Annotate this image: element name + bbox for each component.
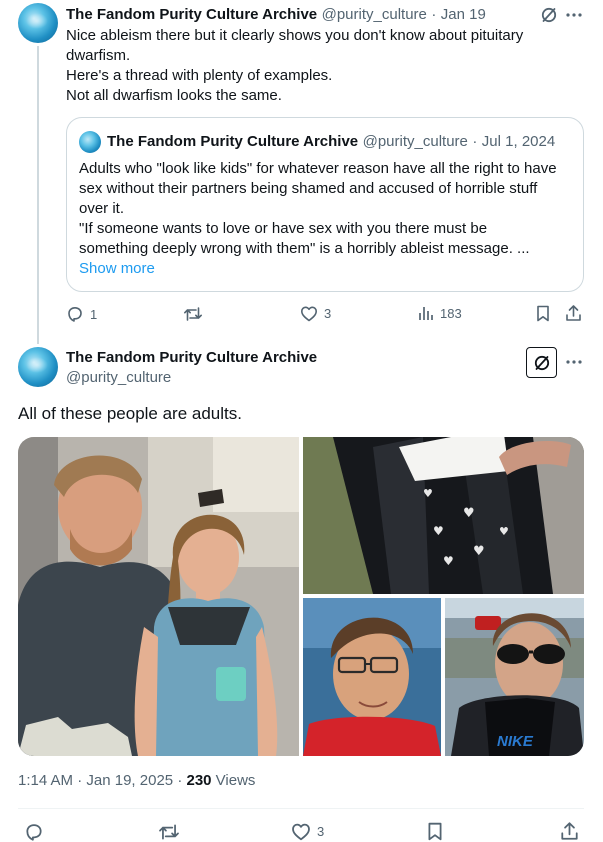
reply-count: 1: [90, 306, 98, 322]
quoted-text-line: over it.: [79, 200, 125, 217]
bookmark-action[interactable]: [427, 822, 443, 841]
reply-icon: [26, 824, 42, 841]
bookmark-icon: [428, 822, 442, 841]
tweet-date[interactable]: Jan 19: [441, 6, 486, 23]
like-icon: [292, 823, 310, 841]
like-action[interactable]: 3: [300, 305, 331, 322]
author-handle[interactable]: @purity_culture: [322, 6, 427, 23]
meta-separator: ·: [177, 772, 183, 789]
views-count: 183: [440, 305, 462, 321]
quoted-avatar: [79, 131, 101, 153]
share-icon: [561, 822, 578, 840]
retweet-icon: [159, 824, 179, 840]
media-grid: ♥ ♥ ♥ ♥ ♥ ♥ NIKE: [18, 437, 584, 756]
tweet-text-line: dwarfism.: [66, 47, 131, 64]
retweet-icon: [184, 307, 202, 321]
quoted-text-line: Adults who "look like kids" for whatever…: [79, 160, 557, 177]
views-count: 230: [186, 772, 212, 789]
avatar[interactable]: [18, 347, 58, 387]
reply-action[interactable]: [24, 822, 44, 842]
like-icon: [301, 306, 317, 322]
divider: [18, 808, 584, 809]
views-label: Views: [211, 772, 256, 789]
show-more-link[interactable]: Show more: [79, 259, 579, 279]
quoted-tweet-card[interactable]: The Fandom Purity Culture Archive @purit…: [66, 117, 584, 292]
grok-icon: [534, 355, 549, 370]
quoted-text-line: something deeply wrong with them" is a h…: [79, 240, 530, 257]
retweet-action[interactable]: [183, 305, 203, 323]
retweet-action[interactable]: [158, 822, 180, 842]
quoted-date: Jul 1, 2024: [481, 133, 556, 150]
views-action[interactable]: 183: [418, 305, 462, 321]
share-action[interactable]: [560, 821, 579, 841]
svg-text:♥: ♥: [473, 544, 485, 559]
share-icon: [566, 305, 581, 321]
views-icon: [419, 307, 433, 320]
like-action[interactable]: 3: [291, 822, 324, 841]
reply-tweet-text: Nice ableism there but it clearly shows …: [66, 26, 586, 106]
quoted-header: The Fandom Purity Culture Archive @purit…: [107, 133, 555, 151]
header-separator: ·: [431, 6, 437, 23]
tweet-text-line: Nice ableism there but it clearly shows …: [66, 27, 524, 44]
thread-line: [37, 46, 39, 344]
quoted-handle: @purity_culture: [362, 133, 468, 150]
share-action[interactable]: [565, 304, 582, 322]
svg-text:♥: ♥: [499, 525, 509, 538]
photo-man-and-girl[interactable]: [18, 437, 299, 756]
svg-text:♥: ♥: [443, 554, 454, 568]
photo-black-jacket[interactable]: ♥ ♥ ♥ ♥ ♥ ♥: [303, 437, 584, 594]
reply-action[interactable]: 1: [66, 305, 97, 323]
quoted-text-line: sex without their partners being shamed …: [79, 180, 538, 197]
tweet-meta: 1:14 AM · Jan 19, 2025 · 230 Views: [18, 772, 255, 789]
svg-text:♥: ♥: [423, 487, 433, 500]
svg-text:♥: ♥: [463, 506, 475, 521]
more-icon: [566, 360, 582, 364]
bookmark-action[interactable]: [536, 305, 550, 322]
jacket-brand-label: NIKE: [497, 733, 534, 750]
tweet-text-line: Not all dwarfism looks the same.: [66, 87, 282, 104]
tweet-text-line: Here's a thread with plenty of examples.: [66, 67, 333, 84]
svg-text:♥: ♥: [433, 524, 444, 538]
photo-boy-glasses[interactable]: [303, 598, 441, 756]
tweet-time[interactable]: 1:14 AM: [18, 772, 73, 789]
like-count: 3: [324, 306, 332, 321]
quoted-author-name: The Fandom Purity Culture Archive: [107, 133, 359, 150]
tweet-date[interactable]: Jan 19, 2025: [86, 772, 173, 789]
grok-button[interactable]: [538, 4, 560, 26]
more-button[interactable]: [563, 4, 585, 26]
author-name[interactable]: The Fandom Purity Culture Archive: [66, 349, 317, 366]
reply-icon: [68, 307, 82, 322]
main-tweet-text: All of these people are adults.: [18, 404, 242, 423]
author-name[interactable]: The Fandom Purity Culture Archive: [66, 6, 317, 23]
like-count: 3: [317, 824, 325, 839]
quoted-text: Adults who "look like kids" for whatever…: [79, 159, 579, 279]
bookmark-icon: [537, 305, 549, 322]
avatar[interactable]: [18, 3, 58, 43]
photo-boy-sunglasses[interactable]: NIKE: [445, 598, 584, 756]
quoted-separator: ·: [472, 133, 478, 150]
meta-separator: ·: [77, 772, 83, 789]
grok-icon: [541, 7, 557, 23]
grok-button[interactable]: [526, 347, 557, 378]
quoted-text-line: "If someone wants to love or have sex wi…: [79, 220, 488, 237]
reply-tweet-header: The Fandom Purity Culture Archive @purit…: [66, 6, 486, 24]
more-icon: [566, 13, 582, 17]
author-handle[interactable]: @purity_culture: [66, 369, 171, 386]
more-button[interactable]: [563, 351, 585, 373]
